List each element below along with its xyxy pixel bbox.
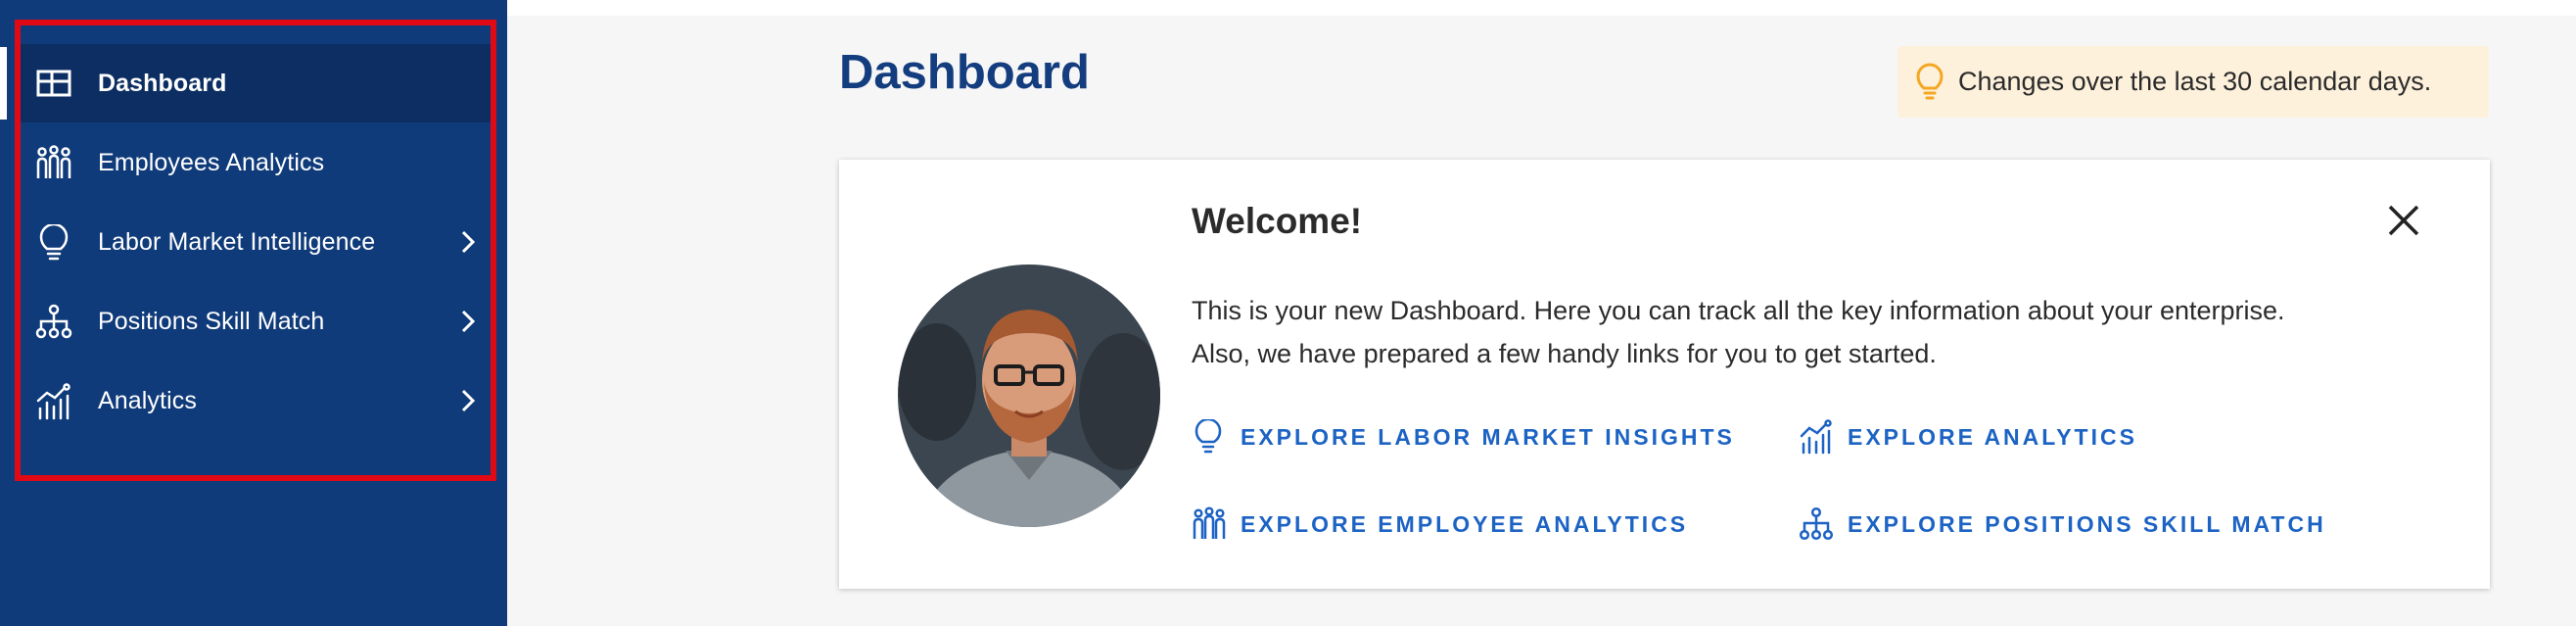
active-indicator (0, 47, 7, 120)
welcome-description-line: Also, we have prepared a few handy links… (1192, 339, 1937, 368)
changes-notice: Changes over the last 30 calendar days. (1897, 46, 2489, 118)
trend-chart-icon (36, 383, 70, 420)
lightbulb-icon (39, 224, 69, 261)
sidebar-item-label: Positions Skill Match (98, 307, 325, 335)
sidebar-item-analytics[interactable]: Analytics (18, 361, 492, 440)
explore-employee-analytics-link[interactable]: EXPLORE EMPLOYEE ANALYTICS (1192, 506, 1688, 542)
chevron-right-icon (461, 230, 476, 254)
avatar-photo (898, 265, 1160, 527)
sidebar-item-dashboard[interactable]: Dashboard (18, 44, 492, 122)
sidebar-item-label: Employees Analytics (98, 148, 325, 176)
chevron-right-icon (461, 310, 476, 333)
page-title: Dashboard (839, 46, 1090, 99)
sidebar-item-label: Analytics (98, 386, 197, 414)
welcome-title: Welcome! (1192, 201, 1363, 241)
trend-chart-icon (1800, 419, 1832, 455)
hierarchy-icon (1799, 506, 1834, 541)
sidebar-item-label: Labor Market Intelligence (98, 227, 376, 256)
welcome-card: Welcome! This is your new Dashboard. Her… (839, 160, 2490, 589)
avatar (898, 265, 1160, 527)
link-label: EXPLORE ANALYTICS (1848, 423, 2137, 450)
sidebar: Dashboard Employees Analytics Labor Mark… (0, 0, 507, 626)
people-group-icon (1193, 506, 1226, 539)
chevron-right-icon (461, 389, 476, 412)
close-icon[interactable] (2384, 201, 2423, 240)
link-label: EXPLORE LABOR MARKET INSIGHTS (1241, 423, 1735, 450)
dashboard-grid-icon (36, 70, 71, 97)
welcome-description-line: This is your new Dashboard. Here you can… (1192, 296, 2285, 325)
link-label: EXPLORE POSITIONS SKILL MATCH (1848, 510, 2326, 537)
notice-text: Changes over the last 30 calendar days. (1958, 67, 2432, 96)
explore-analytics-link[interactable]: EXPLORE ANALYTICS (1799, 419, 2137, 455)
top-strip (507, 0, 2576, 16)
sidebar-item-label: Dashboard (98, 69, 227, 97)
sidebar-item-employees-analytics[interactable]: Employees Analytics (18, 123, 492, 202)
welcome-description: This is your new Dashboard. Here you can… (1192, 289, 2425, 375)
lightbulb-icon (1916, 63, 1944, 100)
hierarchy-icon (35, 304, 72, 339)
explore-labor-market-insights-link[interactable]: EXPLORE LABOR MARKET INSIGHTS (1192, 419, 1735, 455)
sidebar-item-labor-market-intelligence[interactable]: Labor Market Intelligence (18, 203, 492, 281)
lightbulb-icon (1194, 419, 1222, 454)
explore-positions-skill-match-link[interactable]: EXPLORE POSITIONS SKILL MATCH (1799, 506, 2326, 542)
link-label: EXPLORE EMPLOYEE ANALYTICS (1241, 510, 1689, 537)
sidebar-item-positions-skill-match[interactable]: Positions Skill Match (18, 282, 492, 361)
people-group-icon (36, 145, 71, 178)
